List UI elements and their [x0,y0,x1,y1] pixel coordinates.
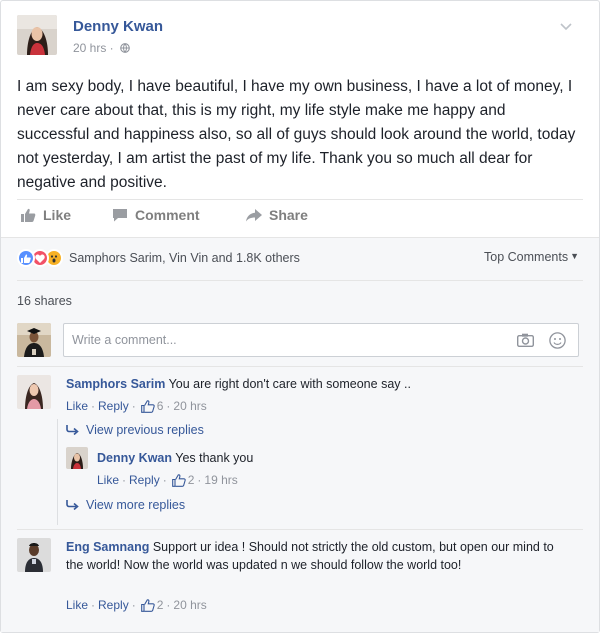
commenter-name[interactable]: Eng Samnang [66,540,149,554]
share-arrow-icon [246,208,262,221]
reply-body: Yes thank you [175,451,254,465]
post-author[interactable]: Denny Kwan [73,18,163,35]
reply-meta: Like · Reply · 2 · 19 hrs [97,473,238,487]
separator-dot: · [166,598,171,612]
share-label: Share [269,207,308,223]
comment-meta: Like · Reply · 2 · 20 hrs [66,598,207,612]
chevron-down-icon[interactable] [559,19,573,33]
camera-icon[interactable] [516,333,535,352]
shares-count[interactable]: 16 shares [17,294,72,308]
comment-time[interactable]: 20 hrs [173,598,206,612]
comment-input[interactable] [72,333,472,347]
divider [17,366,583,367]
post-card: Denny Kwan 20 hrs · I am sexy body, I ha… [0,0,600,633]
comment-time[interactable]: 20 hrs [173,399,206,413]
comment-like-link[interactable]: Like [66,399,88,413]
comment-icon [113,209,127,222]
commenter-name[interactable]: Samphors Sarim [66,377,165,391]
reply-author[interactable]: Denny Kwan [97,451,172,465]
view-more-replies[interactable]: View more replies [66,498,185,512]
thumbs-up-outline-icon [171,473,186,487]
comment-body: You are right don't care with someone sa… [168,377,411,391]
post-header: Denny Kwan 20 hrs · [17,15,583,59]
view-previous-label: View previous replies [86,423,204,437]
divider [17,199,583,200]
separator-dot: · [131,399,136,413]
comment-like-link[interactable]: Like [66,598,88,612]
post-time[interactable]: 20 hrs · [73,41,114,55]
like-button[interactable]: Like [21,207,71,223]
separator-dot: · [166,399,171,413]
comment-text: Samphors Sarim You are right don't care … [66,375,576,393]
comment-meta: Like · Reply · 6 · 20 hrs [66,399,207,413]
comment-reply-link[interactable]: Reply [98,399,129,413]
comment-button[interactable]: Comment [112,207,200,223]
comment-like-count[interactable]: 6 [157,399,164,413]
post-timestamp[interactable]: 20 hrs · [73,41,130,56]
separator-dot: · [91,399,96,413]
thumbs-up-icon [21,208,36,222]
commenter-avatar[interactable] [17,375,51,409]
comment-like-count[interactable]: 2 [157,598,164,612]
reply-thread-line [57,419,58,525]
share-button[interactable]: Share [246,207,308,223]
caret-down-icon: ▼ [570,251,579,261]
divider [17,280,583,281]
thumbs-up-outline-icon [140,598,155,612]
reply-time[interactable]: 19 hrs [204,473,237,487]
reactors-text[interactable]: Samphors Sarim, Vin Vin and 1.8K others [69,251,300,265]
separator-dot: · [122,473,127,487]
reply-reply-link[interactable]: Reply [129,473,160,487]
view-previous-replies[interactable]: View previous replies [66,423,204,437]
reply-avatar[interactable] [66,447,88,469]
thumbs-up-outline-icon [140,399,155,413]
reply-like-link[interactable]: Like [97,473,119,487]
reply-like-count[interactable]: 2 [188,473,195,487]
globe-icon [120,42,130,56]
view-more-label: View more replies [86,498,186,512]
comment-text: Eng Samnang Support ur idea ! Should not… [66,538,566,574]
divider [17,529,583,530]
viewer-avatar [17,323,51,357]
like-reaction-icon [17,249,35,267]
comment-composer[interactable] [63,323,579,357]
author-avatar[interactable] [17,15,57,55]
commenter-avatar[interactable] [17,538,51,572]
reply-arrow-icon [66,425,79,435]
separator-dot: · [91,598,96,612]
reaction-summary[interactable]: Samphors Sarim, Vin Vin and 1.8K others [17,249,300,267]
comment-label: Comment [135,207,200,223]
separator-dot: · [131,598,136,612]
reply-text: Denny Kwan Yes thank you [97,449,577,467]
like-label: Like [43,207,72,223]
separator-dot: · [197,473,202,487]
post-actions: Like Comment Share [17,203,577,233]
post-text: I am sexy body, I have beautiful, I have… [17,78,576,191]
reply-arrow-icon [66,500,79,510]
comment-reply-link[interactable]: Reply [98,598,129,612]
emoji-icon[interactable] [549,332,566,354]
sort-label: Top Comments [484,250,569,264]
comment-sort-dropdown[interactable]: Top Comments ▼ [484,250,579,264]
separator-dot: · [162,473,167,487]
